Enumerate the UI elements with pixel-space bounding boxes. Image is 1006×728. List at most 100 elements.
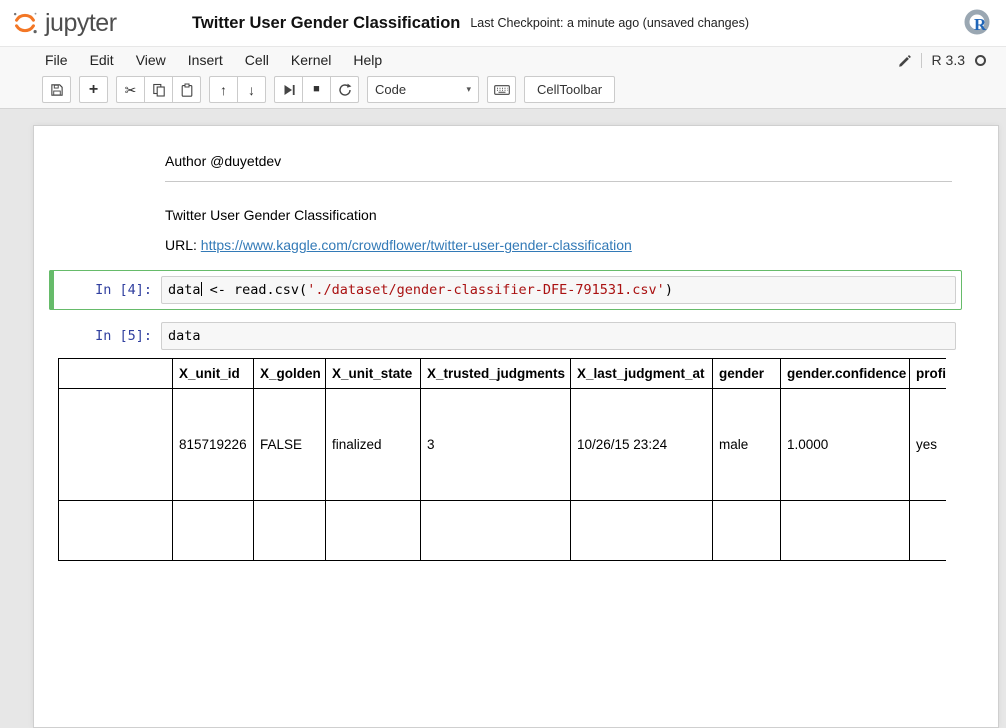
kernel-name: R 3.3 [932,52,965,68]
column-header [59,359,173,389]
code-cell-in4[interactable]: In [4]: data <- read.csv('./dataset/gend… [49,270,962,310]
table-cell: male [713,389,781,501]
header: jupyter Twitter User Gender Classificati… [0,0,1006,46]
celltoolbar-button[interactable]: CellToolbar [524,76,615,103]
stop-icon: ■ [313,84,320,95]
menu-view[interactable]: View [125,47,177,74]
code-text: <- read.csv( [202,282,308,298]
column-header: X_golden [254,359,326,389]
jupyter-logo[interactable]: jupyter [10,8,178,38]
jupyter-logo-text: jupyter [45,9,117,38]
jupyter-logo-icon [10,8,40,38]
divider [921,53,922,68]
move-cell-up-button[interactable]: ↑ [209,76,238,103]
checkpoint-status: Last Checkpoint: a minute ago (unsaved c… [470,16,749,30]
toolbar: + ✂ ↑ [0,73,1006,109]
notebook-container: Author @duyetdev Twitter User Gender Cla… [33,125,999,728]
code-input-in5[interactable]: data [161,322,956,350]
interrupt-kernel-button[interactable]: ■ [302,76,331,103]
table-cell [910,501,947,561]
input-prompt-in5: In [5]: [55,322,161,350]
markdown-cell-author[interactable]: Author @duyetdev [49,142,962,190]
table-cell [326,501,421,561]
kaggle-dataset-link[interactable]: https://www.kaggle.com/crowdflower/twitt… [201,237,632,253]
table-header-row: X_unit_idX_goldenX_unit_stateX_trusted_j… [59,359,947,389]
column-header: gender [713,359,781,389]
edit-mode-pencil-icon [897,53,911,67]
table-cell: FALSE [254,389,326,501]
code-text: data [168,282,201,298]
menu-kernel[interactable]: Kernel [280,47,342,74]
jupyter-app: jupyter Twitter User Gender Classificati… [0,0,1006,728]
input-prompt-in4: In [4]: [55,276,161,304]
copy-icon [152,83,166,97]
table-cell: 815719226 [173,389,254,501]
r-kernel-logo-icon: R [962,8,992,38]
cell-type-select[interactable]: Code ▾ [367,76,479,103]
paste-cell-button[interactable] [172,76,201,103]
column-header: X_last_judgment_at [571,359,713,389]
table-cell: 3 [421,389,571,501]
save-button[interactable] [42,76,71,103]
run-cell-button[interactable] [274,76,303,103]
table-cell: 1.0000 [781,389,910,501]
url-line: URL: https://www.kaggle.com/crowdflower/… [165,237,952,253]
table-cell: 10/26/15 23:24 [571,389,713,501]
restart-kernel-button[interactable] [330,76,359,103]
table-cell: yes [910,389,947,501]
run-icon [282,83,296,97]
cell-type-value: Code [375,82,406,97]
code-string: './dataset/gender-classifier-DFE-791531.… [307,282,665,298]
code-text: ) [665,282,673,298]
plus-icon: + [89,82,98,98]
column-header: X_trusted_judgments [421,359,571,389]
dataframe-clip: X_unit_idX_goldenX_unit_stateX_trusted_j… [58,358,946,561]
restart-icon [338,83,352,97]
chevron-down-icon: ▾ [466,84,471,95]
celltoolbar-label: CellToolbar [537,82,602,97]
intro-title-text: Twitter User Gender Classification [165,207,952,223]
markdown-body: Author @duyetdev [161,148,956,184]
menu-edit[interactable]: Edit [79,47,125,74]
column-header: X_unit_state [326,359,421,389]
keyboard-icon [494,83,510,97]
paste-icon [180,83,194,97]
table-cell [254,501,326,561]
command-palette-button[interactable] [487,76,516,103]
notebook-title[interactable]: Twitter User Gender Classification [192,14,460,33]
notebook-page: Author @duyetdev Twitter User Gender Cla… [0,109,1006,728]
copy-cell-button[interactable] [144,76,173,103]
menu-help[interactable]: Help [342,47,393,74]
table-cell [59,501,173,561]
menubar: File Edit View Insert Cell Kernel Help R… [0,46,1006,73]
add-cell-button[interactable]: + [79,76,108,103]
code-input-in4[interactable]: data <- read.csv('./dataset/gender-class… [161,276,956,304]
output-area[interactable]: X_unit_idX_goldenX_unit_stateX_trusted_j… [55,358,956,561]
markdown-cell-intro[interactable]: Twitter User Gender Classification URL: … [49,196,962,264]
table-cell [571,501,713,561]
code-cell-in5[interactable]: In [5]: data X_unit_idX_goldenX_unit_sta… [49,316,962,567]
arrow-down-icon: ↓ [248,83,255,97]
menu-file[interactable]: File [34,47,79,74]
column-header: X_unit_id [173,359,254,389]
table-cell [173,501,254,561]
menu-cell[interactable]: Cell [234,47,280,74]
cut-cell-button[interactable]: ✂ [116,76,145,103]
scissors-icon: ✂ [125,83,137,97]
table-cell [59,389,173,501]
table-cell: finalized [326,389,421,501]
svg-text:R: R [974,15,987,34]
menu-insert[interactable]: Insert [177,47,234,74]
arrow-up-icon: ↑ [220,83,227,97]
table-row: 815719226FALSEfinalized310/26/15 23:24ma… [59,389,947,501]
author-text: Author @duyetdev [165,153,952,169]
dataframe-table: X_unit_idX_goldenX_unit_stateX_trusted_j… [58,358,946,561]
table-row-partial [59,501,947,561]
table-cell [421,501,571,561]
column-header: gender.confidence [781,359,910,389]
url-label: URL: [165,237,201,253]
markdown-body: Twitter User Gender Classification URL: … [161,202,956,258]
kernel-idle-indicator-icon [975,55,986,66]
table-cell [713,501,781,561]
move-cell-down-button[interactable]: ↓ [237,76,266,103]
